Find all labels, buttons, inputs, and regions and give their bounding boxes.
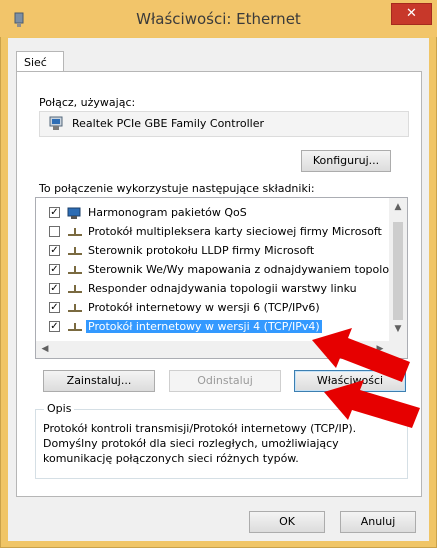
checkbox[interactable]: ✓ xyxy=(49,321,60,332)
list-item-label: Harmonogram pakietów QoS xyxy=(88,206,247,219)
window-title: Właściwości: Ethernet xyxy=(136,10,301,28)
list-item-label: Sterownik We/Wy mapowania z odnajdywanie… xyxy=(88,263,403,276)
list-item[interactable]: ✓ Sterownik protokołu LLDP firmy Microso… xyxy=(36,242,391,261)
scroll-thumb[interactable] xyxy=(393,222,403,320)
install-button[interactable]: Zainstaluj... xyxy=(43,370,155,392)
scroll-up-icon[interactable]: ▲ xyxy=(389,202,407,212)
uninstall-button-label: Odinstaluj xyxy=(197,374,253,387)
arrow-to-properties-icon xyxy=(324,380,420,428)
cancel-button[interactable]: Anuluj xyxy=(340,511,416,533)
scroll-left-icon[interactable]: ◀ xyxy=(39,344,51,354)
list-item[interactable]: Protokół multipleksera karty sieciowej f… xyxy=(36,223,391,242)
list-item[interactable]: ✓ Sterownik We/Wy mapowania z odnajdywan… xyxy=(36,261,402,280)
network-protocol-icon xyxy=(68,228,82,236)
connect-using-label: Połącz, używając: xyxy=(39,96,136,109)
description-title: Opis xyxy=(44,402,75,415)
network-protocol-icon xyxy=(68,304,82,312)
arrow-to-ipv4-icon xyxy=(312,328,410,382)
qos-scheduler-icon xyxy=(67,207,81,219)
tab-siec[interactable]: Sieć xyxy=(16,51,64,72)
adapter-name: Realtek PCIe GBE Family Controller xyxy=(72,117,265,130)
list-item[interactable]: ✓ Protokół internetowy w wersji 6 (TCP/I… xyxy=(36,299,391,318)
list-item-label: Protokół internetowy w wersji 4 (TCP/IPv… xyxy=(86,320,322,333)
ok-button[interactable]: OK xyxy=(249,511,325,533)
list-item[interactable]: ✓ Harmonogram pakietów QoS xyxy=(36,204,391,223)
network-card-icon xyxy=(49,116,63,130)
checkbox[interactable]: ✓ xyxy=(49,283,60,294)
ok-button-label: OK xyxy=(279,515,295,528)
checkbox[interactable] xyxy=(49,226,60,237)
network-protocol-icon xyxy=(68,323,82,331)
network-protocol-icon xyxy=(68,247,82,255)
cancel-button-label: Anuluj xyxy=(360,515,396,528)
checkbox[interactable]: ✓ xyxy=(49,264,60,275)
checkbox[interactable]: ✓ xyxy=(49,245,60,256)
network-protocol-icon xyxy=(68,266,82,274)
list-item-label: Sterownik protokołu LLDP firmy Microsoft xyxy=(88,244,315,257)
uninstall-button[interactable]: Odinstaluj xyxy=(169,370,281,392)
checkbox[interactable]: ✓ xyxy=(49,302,60,313)
list-item-label: Responder odnajdywania topologii warstwy… xyxy=(88,282,357,295)
list-item[interactable]: ✓ Responder odnajdywania topologii warst… xyxy=(36,280,391,299)
components-label: To połączenie wykorzystuje następujące s… xyxy=(39,182,315,195)
install-button-label: Zainstaluj... xyxy=(66,374,132,387)
configure-button[interactable]: Konfiguruj... xyxy=(301,150,391,172)
annotation-arrows xyxy=(312,328,420,428)
close-button[interactable]: ✕ xyxy=(391,3,432,25)
configure-button-label: Konfiguruj... xyxy=(312,154,380,167)
list-item-label: Protokół multipleksera karty sieciowej f… xyxy=(88,225,382,238)
checkbox[interactable]: ✓ xyxy=(49,207,60,218)
list-item-label: Protokół internetowy w wersji 6 (TCP/IPv… xyxy=(88,301,320,314)
network-protocol-icon xyxy=(68,285,82,293)
